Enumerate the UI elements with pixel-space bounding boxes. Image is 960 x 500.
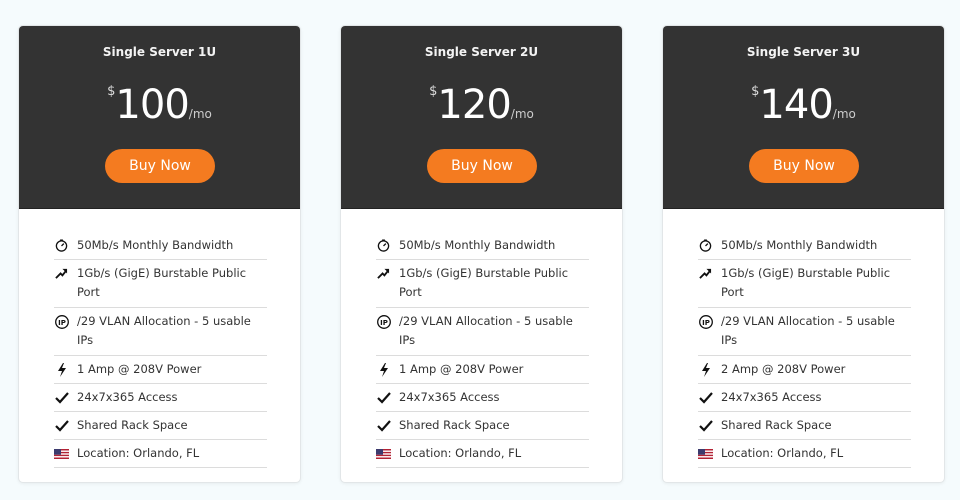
feature-list: 50Mb/s Monthly Bandwidth 1Gb/s (GigE) Bu…: [54, 232, 267, 468]
lightning-bolt-icon: [376, 360, 391, 379]
price-period: /mo: [188, 107, 212, 121]
trend-up-arrow-icon: [54, 264, 69, 283]
feature-text: 24x7x365 Access: [721, 390, 822, 404]
feature-text: 1Gb/s (GigE) Burstable Public Port: [77, 266, 247, 299]
checkmark-icon: [376, 388, 391, 407]
feature-text: 24x7x365 Access: [399, 390, 500, 404]
gauge-icon: [376, 236, 391, 255]
plan-header: Single Server 3U $140/mo Buy Now: [663, 26, 944, 209]
price-amount: 100: [115, 82, 189, 128]
buy-now-button[interactable]: Buy Now: [749, 149, 859, 183]
plan-title: Single Server 2U: [424, 45, 539, 59]
checkmark-icon: [698, 388, 713, 407]
feature-text: 1Gb/s (GigE) Burstable Public Port: [721, 266, 891, 299]
feature-list: 50Mb/s Monthly Bandwidth 1Gb/s (GigE) Bu…: [698, 232, 911, 468]
feature-item: 24x7x365 Access: [376, 384, 589, 412]
feature-text: 1 Amp @ 208V Power: [77, 362, 202, 376]
buy-now-button[interactable]: Buy Now: [105, 149, 215, 183]
feature-text: 1 Amp @ 208V Power: [399, 362, 524, 376]
checkmark-icon: [376, 416, 391, 435]
feature-item: 1Gb/s (GigE) Burstable Public Port: [698, 260, 911, 308]
feature-item: 50Mb/s Monthly Bandwidth: [698, 232, 911, 260]
plan-price: $140/mo: [663, 80, 944, 130]
feature-text: 1Gb/s (GigE) Burstable Public Port: [399, 266, 569, 299]
checkmark-icon: [698, 416, 713, 435]
feature-text: Location: Orlando, FL: [399, 446, 522, 460]
feature-text: 50Mb/s Monthly Bandwidth: [721, 238, 878, 252]
plan-card-1u: Single Server 1U $100/mo Buy Now 50Mb/s …: [18, 25, 301, 483]
feature-item: 50Mb/s Monthly Bandwidth: [54, 232, 267, 260]
checkmark-icon: [54, 388, 69, 407]
ip-icon: IP: [54, 312, 69, 331]
feature-item: 24x7x365 Access: [698, 384, 911, 412]
feature-text: Location: Orlando, FL: [721, 446, 844, 460]
plan-card-2u: Single Server 2U $120/mo Buy Now 50Mb/s …: [340, 25, 623, 483]
feature-text: Shared Rack Space: [77, 418, 188, 432]
feature-item: 1 Amp @ 208V Power: [376, 356, 589, 384]
feature-text: /29 VLAN Allocation - 5 usable IPs: [399, 314, 573, 347]
plan-price: $120/mo: [341, 80, 622, 130]
feature-item: Shared Rack Space: [698, 412, 911, 440]
pricing-plans: Single Server 1U $100/mo Buy Now 50Mb/s …: [0, 0, 960, 500]
feature-text: 50Mb/s Monthly Bandwidth: [399, 238, 556, 252]
price-period: /mo: [832, 107, 856, 121]
gauge-icon: [54, 236, 69, 255]
us-flag-icon: [698, 444, 713, 463]
plan-price: $100/mo: [19, 80, 300, 130]
feature-text: 2 Amp @ 208V Power: [721, 362, 846, 376]
feature-text: /29 VLAN Allocation - 5 usable IPs: [721, 314, 895, 347]
us-flag-icon: [376, 444, 391, 463]
svg-text:IP: IP: [702, 318, 710, 326]
price-period: /mo: [510, 107, 534, 121]
lightning-bolt-icon: [54, 360, 69, 379]
price-currency: $: [429, 84, 438, 99]
feature-item: IP /29 VLAN Allocation - 5 usable IPs: [54, 308, 267, 356]
plan-title: Single Server 1U: [102, 45, 217, 59]
feature-text: Shared Rack Space: [721, 418, 832, 432]
feature-text: 24x7x365 Access: [77, 390, 178, 404]
svg-text:IP: IP: [380, 318, 388, 326]
price-amount: 140: [759, 82, 833, 128]
plan-header: Single Server 1U $100/mo Buy Now: [19, 26, 300, 209]
feature-item: 50Mb/s Monthly Bandwidth: [376, 232, 589, 260]
checkmark-icon: [54, 416, 69, 435]
plan-title: Single Server 3U: [746, 45, 861, 59]
feature-item: 24x7x365 Access: [54, 384, 267, 412]
feature-text: /29 VLAN Allocation - 5 usable IPs: [77, 314, 251, 347]
svg-text:IP: IP: [58, 318, 66, 326]
price-amount: 120: [437, 82, 511, 128]
feature-item: IP /29 VLAN Allocation - 5 usable IPs: [376, 308, 589, 356]
trend-up-arrow-icon: [698, 264, 713, 283]
feature-item: Shared Rack Space: [54, 412, 267, 440]
ip-icon: IP: [698, 312, 713, 331]
feature-item: Location: Orlando, FL: [376, 440, 589, 468]
feature-item: Location: Orlando, FL: [698, 440, 911, 468]
trend-up-arrow-icon: [376, 264, 391, 283]
feature-item: 1 Amp @ 208V Power: [54, 356, 267, 384]
feature-item: 2 Amp @ 208V Power: [698, 356, 911, 384]
us-flag-icon: [54, 444, 69, 463]
feature-text: Location: Orlando, FL: [77, 446, 200, 460]
feature-item: 1Gb/s (GigE) Burstable Public Port: [376, 260, 589, 308]
ip-icon: IP: [376, 312, 391, 331]
feature-item: 1Gb/s (GigE) Burstable Public Port: [54, 260, 267, 308]
feature-text: 50Mb/s Monthly Bandwidth: [77, 238, 234, 252]
feature-list: 50Mb/s Monthly Bandwidth 1Gb/s (GigE) Bu…: [376, 232, 589, 468]
feature-item: Shared Rack Space: [376, 412, 589, 440]
gauge-icon: [698, 236, 713, 255]
price-currency: $: [751, 84, 760, 99]
plan-header: Single Server 2U $120/mo Buy Now: [341, 26, 622, 209]
feature-text: Shared Rack Space: [399, 418, 510, 432]
buy-now-button[interactable]: Buy Now: [427, 149, 537, 183]
feature-item: Location: Orlando, FL: [54, 440, 267, 468]
price-currency: $: [107, 84, 116, 99]
lightning-bolt-icon: [698, 360, 713, 379]
plan-card-3u: Single Server 3U $140/mo Buy Now 50Mb/s …: [662, 25, 945, 483]
feature-item: IP /29 VLAN Allocation - 5 usable IPs: [698, 308, 911, 356]
